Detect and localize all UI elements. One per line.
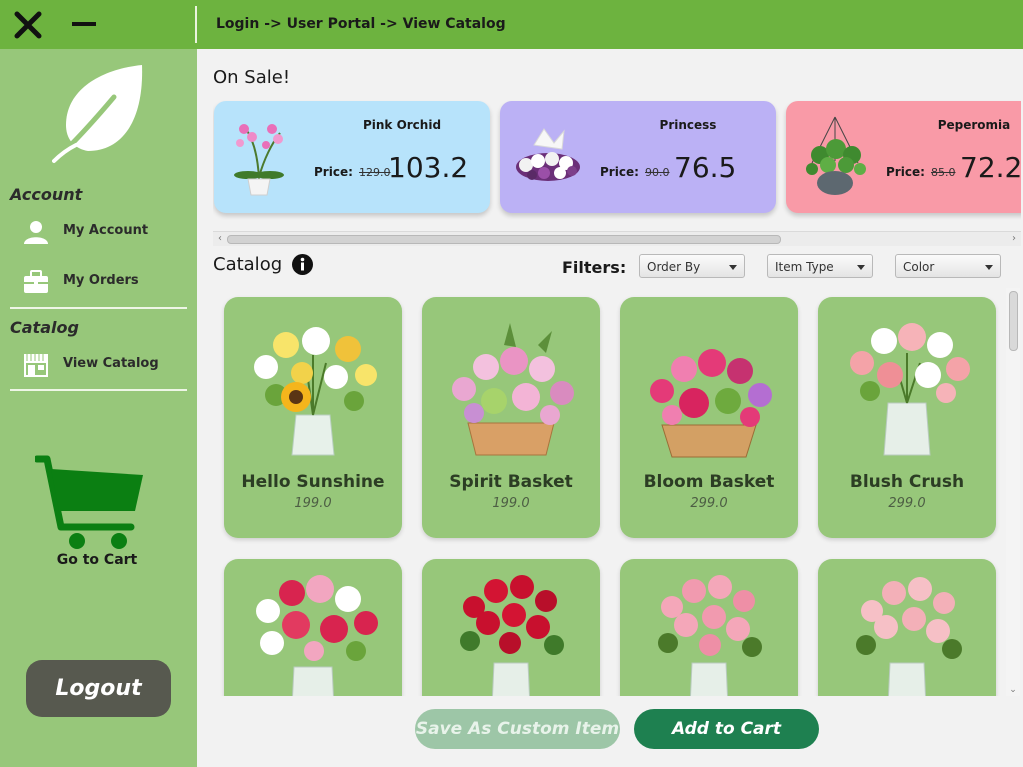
sale-card[interactable]: Peperomia Price: 85.0 72.25 [786, 101, 1021, 213]
catalog-grid: Hello Sunshine 199.0 Spirit Basket 199.0 [213, 288, 1005, 696]
catalog-card[interactable] [818, 559, 996, 696]
sidebar-item-my-orders[interactable]: My Orders [22, 267, 192, 297]
store-icon [22, 353, 50, 377]
catalog-card[interactable] [422, 559, 600, 696]
catalog-card-bloom-basket[interactable]: Bloom Basket 299.0 [620, 297, 798, 538]
on-sale-title: On Sale! [213, 67, 291, 88]
sale-card[interactable]: Princess Price: 90.0 76.5 [500, 101, 776, 213]
catalog-heading: Catalog [10, 318, 79, 337]
princess-bouquet-image [514, 119, 580, 197]
sale-card[interactable]: Pink Orchid Price: 129.0 103.2 [214, 101, 490, 213]
chevron-down-icon [857, 265, 865, 270]
sidebar-item-label: View Catalog [63, 356, 159, 371]
peperomia-image [802, 115, 866, 195]
logout-button[interactable]: Logout [26, 660, 171, 717]
sale-item-name: Pink Orchid [362, 118, 442, 132]
sidebar-divider [10, 389, 187, 391]
pink-roses-image [632, 567, 786, 696]
blush-crush-image [830, 305, 984, 463]
filters-label: Filters: [562, 258, 627, 277]
scrollbar-thumb[interactable] [1009, 291, 1018, 351]
sidebar-item-view-catalog[interactable]: View Catalog [22, 350, 192, 380]
sidebar-divider [10, 307, 187, 309]
color-dropdown[interactable]: Color [895, 254, 1001, 278]
sale-price: 72.25 [960, 151, 1021, 184]
catalog-card[interactable] [224, 559, 402, 696]
catalog-item-price: 199.0 [492, 496, 530, 511]
go-to-cart-button[interactable]: Go to Cart [30, 451, 170, 571]
sale-item-name: Peperomia [937, 118, 1011, 132]
catalog-item-price: 299.0 [690, 496, 728, 511]
shopping-cart-icon [35, 455, 143, 549]
sidebar: Account My Account My Orders Catalog Vie… [0, 49, 197, 767]
old-price: 90.0 [645, 166, 670, 179]
dropdown-value: Order By [647, 260, 701, 274]
catalog-item-name: Bloom Basket [643, 472, 775, 492]
save-as-custom-item-button[interactable]: Save As Custom Item [415, 709, 620, 749]
briefcase-icon [22, 270, 50, 294]
title-divider [195, 6, 197, 43]
price-label: Price: [314, 165, 353, 179]
sale-price: 76.5 [674, 151, 737, 184]
chevron-down-icon [729, 265, 737, 270]
sale-strip: Pink Orchid Price: 129.0 103.2 Princess … [213, 100, 1021, 220]
sale-item-name: Princess [659, 118, 717, 132]
catalog-vertical-scrollbar[interactable]: ⌄ [1006, 288, 1020, 696]
spirit-basket-image [434, 305, 588, 463]
info-icon[interactable] [292, 254, 313, 275]
catalog-item-name: Hello Sunshine [241, 472, 385, 492]
catalog-card-blush-crush[interactable]: Blush Crush 299.0 [818, 297, 996, 538]
user-icon [22, 220, 50, 244]
sunflower-bouquet-image [236, 305, 390, 463]
catalog-card-hello-sunshine[interactable]: Hello Sunshine 199.0 [224, 297, 402, 538]
dropdown-value: Item Type [775, 260, 834, 274]
chevron-down-icon [985, 265, 993, 270]
sidebar-item-label: My Account [63, 223, 149, 238]
bloom-basket-image [632, 305, 786, 463]
dropdown-value: Color [903, 260, 935, 274]
close-x-icon[interactable] [12, 9, 44, 41]
order-by-dropdown[interactable]: Order By [639, 254, 745, 278]
title-bar: Login -> User Portal -> View Catalog [0, 0, 1023, 49]
scroll-down-icon[interactable]: ⌄ [1006, 684, 1020, 696]
orchid-image [228, 119, 290, 197]
add-to-cart-button[interactable]: Add to Cart [634, 709, 819, 749]
go-to-cart-label: Go to Cart [56, 552, 138, 568]
sidebar-item-label: My Orders [63, 273, 139, 288]
catalog-item-price: 299.0 [888, 496, 926, 511]
price-label: Price: [600, 165, 639, 179]
catalog-item-price: 199.0 [294, 496, 332, 511]
light-pink-roses-image [830, 567, 984, 696]
catalog-card-spirit-basket[interactable]: Spirit Basket 199.0 [422, 297, 600, 538]
old-price: 129.0 [359, 166, 391, 179]
item-type-dropdown[interactable]: Item Type [767, 254, 873, 278]
catalog-card[interactable] [620, 559, 798, 696]
catalog-title: Catalog [213, 254, 283, 275]
sidebar-item-my-account[interactable]: My Account [22, 217, 192, 247]
leaf-icon [51, 61, 146, 165]
price-label: Price: [886, 165, 925, 179]
catalog-item-name: Blush Crush [849, 472, 965, 492]
scroll-right-icon[interactable]: › [1008, 232, 1020, 246]
old-price: 85.0 [931, 166, 956, 179]
breadcrumb: Login -> User Portal -> View Catalog [216, 16, 506, 32]
scroll-left-icon[interactable]: ‹ [214, 232, 226, 246]
scrollbar-thumb[interactable] [227, 235, 781, 244]
sale-horizontal-scrollbar[interactable]: ‹ › [213, 231, 1021, 246]
red-roses-image [434, 567, 588, 696]
catalog-item-name: Spirit Basket [449, 472, 573, 492]
red-white-bouquet-image [236, 567, 390, 696]
account-heading: Account [10, 185, 83, 204]
minimize-icon[interactable] [70, 12, 98, 36]
sale-price: 103.2 [388, 151, 469, 184]
